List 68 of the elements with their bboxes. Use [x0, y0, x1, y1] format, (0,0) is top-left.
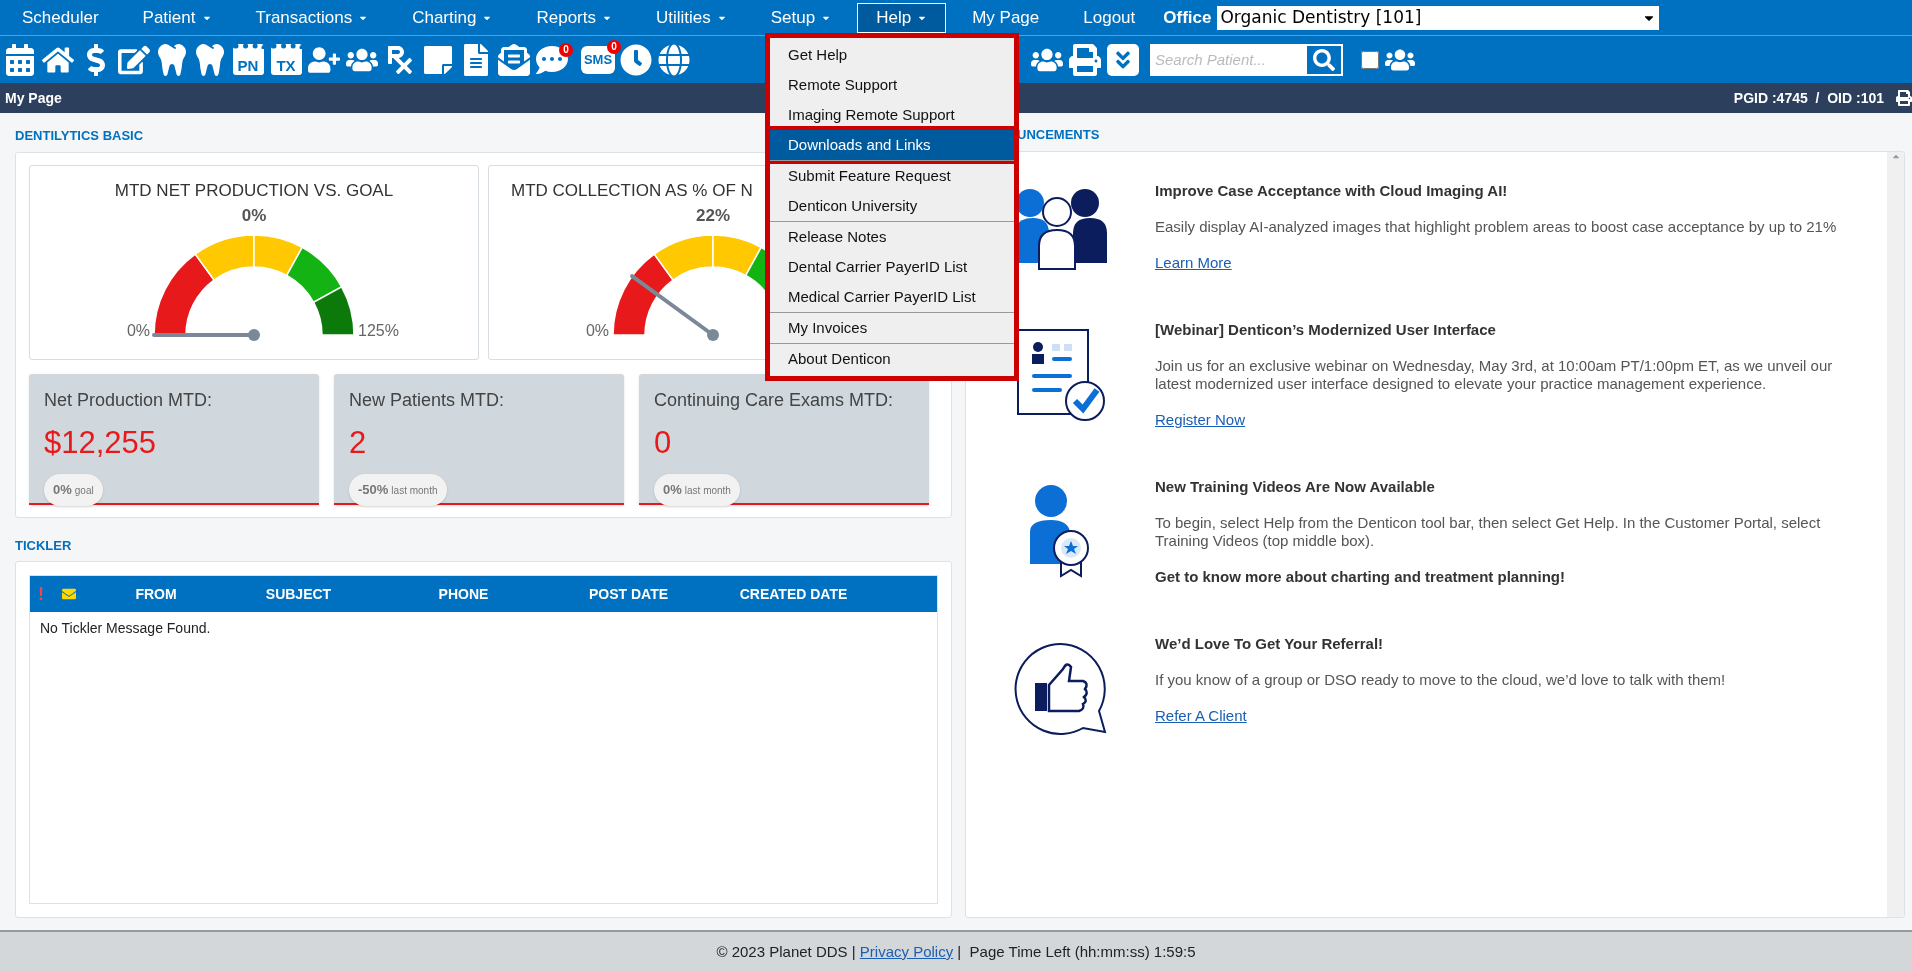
- change-pill: 0% goal: [44, 474, 103, 506]
- change-pill: 0% last month: [654, 474, 740, 506]
- page-ids: PGID :4745 / OID :101: [1733, 88, 1884, 108]
- footer-text: © 2023 Planet DDS | Privacy Policy | Page Time Left (hh:mm:ss) 1:59:5: [716, 941, 1196, 962]
- announcement-text: Easily display AI-analyzed images that highlight problem areas to boost case acceptance by up to 21%: [1155, 218, 1837, 236]
- message-count-badge: 0: [559, 42, 573, 57]
- announcement-text: To begin, select Help from the Denticon tool bar, then select Get Help. In the Customer Portal, select Training Videos (top middle box).: [1155, 514, 1822, 550]
- announcement-link[interactable]: Register Now: [1155, 409, 1246, 432]
- nav-menu-item[interactable]: Scheduler: [4, 2, 117, 33]
- tx-icon[interactable]: TX: [269, 41, 303, 78]
- announcement-link[interactable]: Refer A Client: [1155, 705, 1247, 728]
- announcement-title: [Webinar] Denticon’s Modernized User Interface: [1155, 319, 1496, 340]
- office-label: Office: [1163, 6, 1212, 29]
- menu-item[interactable]: Denticon University: [770, 191, 1014, 221]
- kpi-title: Continuing Care Exams MTD:: [654, 388, 894, 412]
- menu-item[interactable]: Remote Support: [770, 70, 1014, 100]
- menu-item[interactable]: Dental Carrier PayerID List: [770, 252, 1014, 282]
- menu-item[interactable]: Imaging Remote Support: [770, 100, 1014, 130]
- nav-menu-item[interactable]: Patient: [124, 2, 230, 33]
- kpi-value: 2: [349, 423, 367, 462]
- change-pill: -50% last month: [349, 474, 447, 506]
- section-heading: UNCEMENTS: [1016, 126, 1101, 144]
- kpi-title: New Patients MTD:: [349, 388, 505, 412]
- announcement-link[interactable]: Learn More: [1155, 252, 1232, 275]
- announcement-title: New Training Videos Are Now Available: [1155, 476, 1435, 497]
- gauge-value: 0%: [241, 205, 267, 227]
- menu-item[interactable]: My Invoices: [770, 313, 1014, 343]
- announcement-text: Join us for an exclusive webinar on Wednesday, May 3rd, at 10:00am PT/1:00pm ET, as we unveil our latest modernized user interface designed to elevate your practice management experience.: [1155, 357, 1834, 393]
- kpi-value: $12,255: [44, 423, 157, 462]
- nav-menu-item[interactable]: Transactions: [237, 2, 387, 33]
- gauge-value: 22%: [696, 205, 730, 227]
- patient-search-field[interactable]: Search Patient...: [1150, 43, 1305, 76]
- empty-message: No Tickler Message Found.: [39, 619, 212, 638]
- pn-icon[interactable]: PN: [231, 41, 265, 78]
- column-header[interactable]: POST DATE: [546, 583, 711, 605]
- column-header[interactable]: FROM: [96, 583, 216, 605]
- nav-menu-item[interactable]: Reports: [518, 2, 630, 33]
- nav-menu-item[interactable]: Logout: [1065, 2, 1154, 33]
- column-header[interactable]: SUBJECT: [216, 583, 381, 605]
- announcement-text: If you know of a group or DSO ready to move to the cloud, we’d love to talk with them!: [1155, 671, 1726, 689]
- nav-menu-item[interactable]: Charting: [394, 2, 511, 33]
- announcement-title: Improve Case Acceptance with Cloud Imaging AI!: [1155, 180, 1508, 201]
- nav-menu-item[interactable]: Setup: [752, 2, 850, 33]
- kpi-title: Net Production MTD:: [44, 388, 213, 412]
- gauge-max-label: 125%: [358, 321, 399, 339]
- privacy-policy-link[interactable]: Privacy Policy: [859, 942, 954, 960]
- column-header[interactable]: CREATED DATE: [711, 583, 876, 605]
- menu-item[interactable]: Medical Carrier PayerID List: [770, 282, 1014, 312]
- office-select[interactable]: Organic Dentistry [101]: [1217, 5, 1660, 30]
- nav-menu-item[interactable]: My Page: [954, 2, 1058, 33]
- section-heading: DENTILYTICS BASIC: [15, 127, 144, 145]
- nav-menu-item[interactable]: Help: [857, 2, 947, 33]
- gauge-title: MTD COLLECTION AS % OF N: [511, 179, 753, 202]
- menu-item[interactable]: Release Notes: [770, 222, 1014, 252]
- column-header[interactable]: PHONE: [381, 583, 546, 605]
- gauge-min-label: 0%: [125, 320, 150, 341]
- nav-menu-item[interactable]: Utilities: [638, 2, 745, 33]
- gauge-min-label: 0%: [584, 320, 609, 341]
- announcement-note: Get to know more about charting and treatment planning!: [1155, 567, 1566, 587]
- section-heading: TICKLER: [15, 536, 72, 555]
- menu-item[interactable]: Submit Feature Request: [770, 161, 1014, 191]
- menu-item[interactable]: Get Help: [770, 40, 1014, 70]
- page-title: My Page: [5, 88, 62, 108]
- sms-count-badge: 0: [607, 39, 621, 54]
- gauge-title: MTD NET PRODUCTION VS. GOAL: [114, 179, 394, 202]
- announcement-title: We’d Love To Get Your Referral!: [1155, 633, 1384, 654]
- menu-item[interactable]: About Denticon: [770, 344, 1014, 374]
- kpi-value: 0: [654, 423, 672, 462]
